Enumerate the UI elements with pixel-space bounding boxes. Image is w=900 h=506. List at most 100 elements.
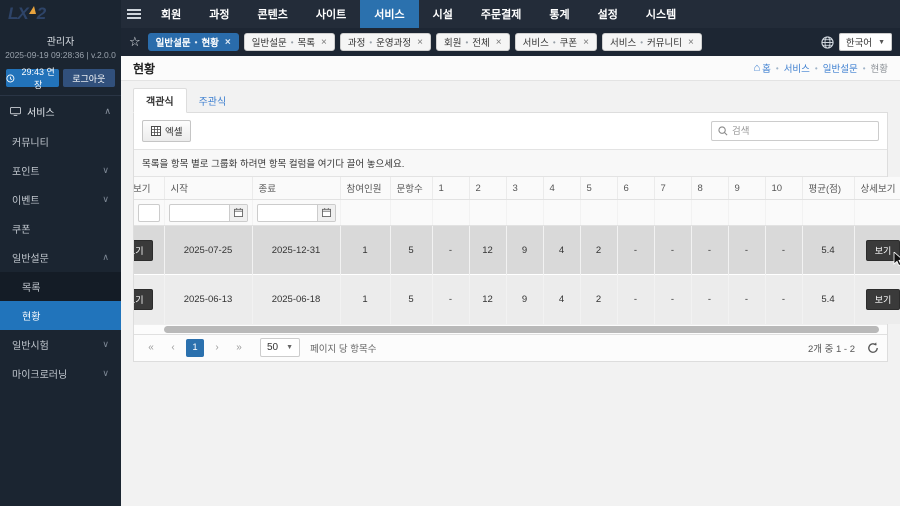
nav-item-5[interactable]: 서비스 <box>360 0 419 28</box>
column-header-14[interactable]: 9 <box>728 177 766 200</box>
column-header-10[interactable]: 5 <box>580 177 618 200</box>
column-header-label: 10 <box>771 182 783 194</box>
language-select[interactable]: 한국어 ▼ <box>838 33 892 51</box>
preview-button[interactable]: 보기 <box>134 239 153 261</box>
preview-button[interactable]: 보기 <box>134 288 153 310</box>
column-header-16[interactable]: 평균(점) <box>802 177 855 200</box>
breadcrumb-item-2[interactable]: 서비스 <box>784 61 810 75</box>
sidebar-section-services[interactable]: 서비스 ∧ <box>0 95 121 127</box>
column-header-4[interactable]: 참여인원 <box>340 177 391 200</box>
column-header-15[interactable]: 10 <box>765 177 803 200</box>
app-logo[interactable]: LX 2 <box>0 0 121 28</box>
tab-page-label: 커뮤니티 <box>647 38 682 49</box>
excel-export-button[interactable]: 엑셀 <box>142 120 192 142</box>
logout-button[interactable]: 로그아웃 <box>62 69 115 87</box>
first-page-button[interactable]: « <box>142 339 160 357</box>
tab-close-icon[interactable]: × <box>321 37 327 48</box>
breadcrumb-item-1[interactable]: ⌂ 홈 <box>753 61 770 75</box>
tab-close-icon[interactable]: × <box>417 37 423 48</box>
end-date-input[interactable] <box>257 204 317 221</box>
search-input[interactable] <box>732 125 872 137</box>
hamburger-menu-icon[interactable] <box>121 0 147 28</box>
column-header-label: 보기 <box>134 184 151 195</box>
column-header-12[interactable]: 7 <box>654 177 692 200</box>
column-header-5[interactable]: 문항수 <box>390 177 433 200</box>
tab-group-label: 서비스 <box>522 38 549 49</box>
filter-cell-13 <box>691 199 729 226</box>
column-header-2[interactable]: 시작 <box>164 177 253 200</box>
open-tab-1[interactable]: 일반설문 • 현황 × <box>147 33 239 51</box>
sidebar-item-6[interactable]: 목록 <box>0 272 121 301</box>
tab-objective[interactable]: 객관식 <box>133 88 187 113</box>
column-header-1[interactable]: 보기 <box>134 177 165 200</box>
nav-item-10[interactable]: 시스템 <box>632 0 690 28</box>
column-header-7[interactable]: 2 <box>469 177 507 200</box>
column-header-13[interactable]: 8 <box>691 177 729 200</box>
tab-close-icon[interactable]: × <box>496 37 502 48</box>
calendar-button[interactable] <box>228 204 247 221</box>
sidebar-item-3[interactable]: 이벤트 ∨ <box>0 185 121 214</box>
sidebar-item-8[interactable]: 일반시험 ∨ <box>0 330 121 359</box>
sidebar-item-label: 이벤트 <box>12 196 40 207</box>
cell-8: - <box>691 274 729 324</box>
sidebar-item-2[interactable]: 포인트 ∨ <box>0 156 121 185</box>
column-header-3[interactable]: 종료 <box>252 177 341 200</box>
filter-cell-4 <box>340 199 391 226</box>
column-header-11[interactable]: 6 <box>617 177 655 200</box>
column-header-6[interactable]: 1 <box>432 177 470 200</box>
chevron-down-icon: ∨ <box>102 368 109 378</box>
open-tab-6[interactable]: 서비스 • 커뮤니티 × <box>601 33 702 51</box>
favorite-star-icon[interactable]: ☆ <box>129 34 141 50</box>
chevron-down-icon: ▼ <box>878 38 885 46</box>
open-tab-2[interactable]: 일반설문 • 목록 × <box>243 33 335 51</box>
detail-view-button[interactable]: 보기 <box>865 288 900 310</box>
table-row[interactable]: 보기2025-07-252025-12-3115-12942-----5.4보기 <box>134 225 900 275</box>
nav-item-7[interactable]: 주문결제 <box>467 0 535 28</box>
horizontal-scrollbar[interactable] <box>134 323 887 334</box>
nav-item-2[interactable]: 과정 <box>195 0 243 28</box>
open-tab-4[interactable]: 회원 • 전체 × <box>435 33 510 51</box>
globe-icon[interactable] <box>821 35 834 49</box>
nav-item-6[interactable]: 시설 <box>419 0 467 28</box>
nav-item-4[interactable]: 사이트 <box>302 0 360 28</box>
sidebar-item-5[interactable]: 일반설문 ∧ <box>0 243 121 272</box>
scrollbar-thumb[interactable] <box>164 325 880 333</box>
nav-item-3[interactable]: 콘텐츠 <box>244 0 302 28</box>
last-page-button[interactable]: » <box>230 339 248 357</box>
refresh-icon[interactable] <box>867 341 879 354</box>
nav-item-9[interactable]: 설정 <box>584 0 632 28</box>
tab-group-label: 일반설문 <box>155 38 191 49</box>
sidebar-item-7[interactable]: 현황 <box>0 301 121 330</box>
sidebar-item-4[interactable]: 쿠폰 <box>0 214 121 243</box>
session-info: 2025-09-19 09:28:36 | v.2.0.0 <box>5 50 116 60</box>
table-row[interactable]: 보기2025-06-132025-06-1815-12942-----5.4보기 <box>134 274 900 324</box>
current-page-button[interactable]: 1 <box>186 338 204 357</box>
group-by-drop-zone[interactable]: 목록을 항목 별로 그룹화 하려면 항목 컬럼을 여기다 끌어 놓으세요. <box>134 149 887 177</box>
next-page-button[interactable]: › <box>208 339 226 357</box>
page-size-select[interactable]: 50 ▼ <box>260 338 301 357</box>
start-date-input[interactable] <box>169 204 229 221</box>
column-header-8[interactable]: 3 <box>506 177 544 200</box>
logo-sup: 2 <box>36 4 47 23</box>
calendar-button[interactable] <box>316 204 335 221</box>
sidebar-item-1[interactable]: 커뮤니티 <box>0 127 121 156</box>
tab-close-icon[interactable]: × <box>225 37 231 48</box>
column-header-9[interactable]: 4 <box>543 177 581 200</box>
sidebar-item-9[interactable]: 마이크로러닝 ∨ <box>0 359 121 388</box>
cell-5: 2 <box>580 225 618 275</box>
top-nav: 회원 과정 콘텐츠 사이트 서비스 시설 주문결제 통계 설정 시스템 <box>147 0 690 28</box>
session-extend-button[interactable]: 29:43 연장 <box>6 67 59 90</box>
column-header-17[interactable]: 상세보기 <box>854 177 900 200</box>
open-tab-5[interactable]: 서비스 • 쿠폰 × <box>514 33 597 51</box>
tab-subjective[interactable]: 주관식 <box>187 89 239 112</box>
filter-input-preview[interactable] <box>138 203 160 222</box>
detail-view-button[interactable]: 보기 <box>865 239 900 266</box>
sidebar-menu: 커뮤니티 포인트 ∨ 이벤트 ∨ 쿠폰 일반설문 ∧ 목록 현황 일반시험 ∨ 마이크로러닝 ∨ <box>0 127 121 506</box>
tab-close-icon[interactable]: × <box>583 37 589 48</box>
tab-close-icon[interactable]: × <box>688 37 694 48</box>
breadcrumb-item-3[interactable]: 일반설문 <box>823 61 858 75</box>
prev-page-button[interactable]: ‹ <box>164 339 182 357</box>
open-tab-3[interactable]: 과정 • 운영과정 × <box>339 33 431 51</box>
nav-item-1[interactable]: 회원 <box>147 0 195 28</box>
nav-item-8[interactable]: 통계 <box>535 0 583 28</box>
